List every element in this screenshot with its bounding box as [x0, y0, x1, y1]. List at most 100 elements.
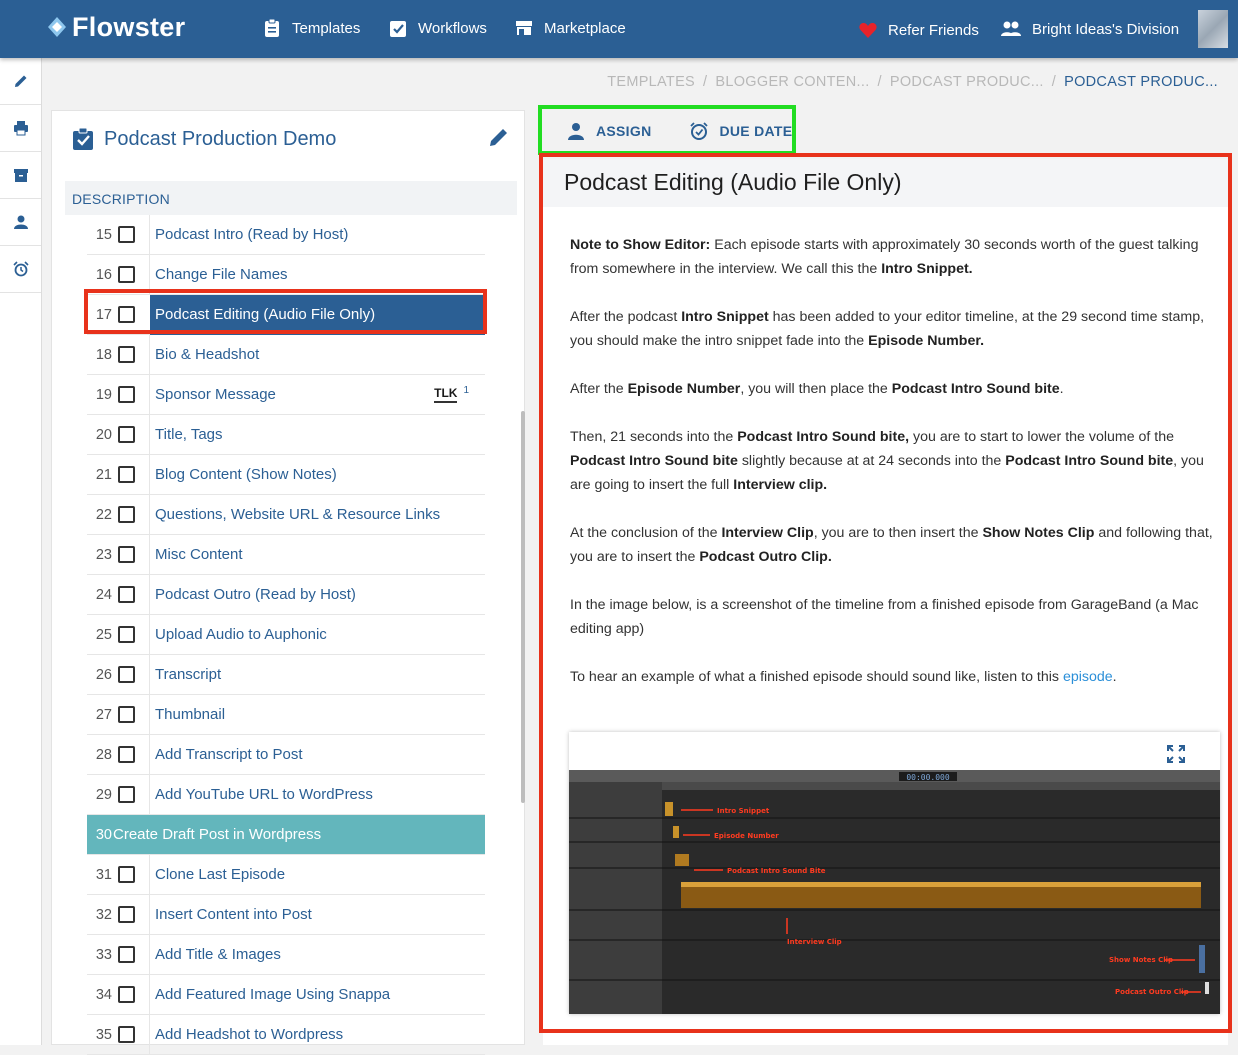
- step-number: 35: [95, 1026, 112, 1043]
- step-checkbox[interactable]: [118, 546, 135, 563]
- step-label: Blog Content (Show Notes): [155, 466, 337, 483]
- clipboard-check-icon: [390, 21, 406, 37]
- refer-friends-label: Refer Friends: [888, 21, 979, 39]
- step-number: 26: [95, 666, 112, 683]
- nav-workflows[interactable]: Workflows: [388, 14, 487, 42]
- nav-marketplace-label: Marketplace: [544, 19, 626, 37]
- step-number: 23: [95, 546, 112, 563]
- flowster-logo[interactable]: Flowster: [44, 10, 185, 44]
- step-section-header[interactable]: 30 Create Draft Post in Wordpress: [87, 815, 485, 855]
- rail-user-button[interactable]: [0, 199, 41, 246]
- step-number: 30: [95, 826, 112, 843]
- step-number: 27: [95, 706, 112, 723]
- step-row[interactable]: 35 Add Headshot to Wordpress: [87, 1015, 485, 1055]
- selected-step-highlight-box: [84, 289, 487, 334]
- rail-print-button[interactable]: [0, 105, 41, 152]
- refer-friends-link[interactable]: Refer Friends: [858, 16, 979, 44]
- step-row[interactable]: 15 Podcast Intro (Read by Host): [87, 215, 485, 255]
- pencil-icon: [14, 75, 26, 87]
- step-checkbox[interactable]: [118, 906, 135, 923]
- step-checkbox[interactable]: [118, 666, 135, 683]
- step-label: Insert Content into Post: [155, 906, 312, 923]
- step-checkbox[interactable]: [118, 226, 135, 243]
- step-checkbox[interactable]: [118, 426, 135, 443]
- store-icon: [516, 21, 532, 35]
- step-row[interactable]: 24 Podcast Outro (Read by Host): [87, 575, 485, 615]
- step-checkbox[interactable]: [118, 346, 135, 363]
- nav-templates[interactable]: Templates: [262, 14, 360, 42]
- step-row[interactable]: 27 Thumbnail: [87, 695, 485, 735]
- crumb-blogger-content[interactable]: BLOGGER CONTEN...: [715, 74, 869, 90]
- clipboard-check-icon: [73, 128, 93, 150]
- rail-archive-button[interactable]: [0, 152, 41, 199]
- step-number: 16: [95, 266, 112, 283]
- step-label: Clone Last Episode: [155, 866, 286, 883]
- nav-marketplace[interactable]: Marketplace: [514, 14, 626, 42]
- step-row[interactable]: 19 Sponsor Message TLK 1: [87, 375, 485, 415]
- step-row[interactable]: 34 Add Featured Image Using Snappa: [87, 975, 485, 1015]
- template-title: Podcast Production Demo: [104, 127, 337, 150]
- step-checkbox[interactable]: [118, 706, 135, 723]
- crumb-separator: /: [1051, 74, 1057, 90]
- step-number: 19: [95, 386, 112, 403]
- description-tab[interactable]: DESCRIPTION: [65, 181, 517, 215]
- step-checkbox[interactable]: [118, 786, 135, 803]
- step-label: Add YouTube URL to WordPress: [155, 786, 373, 803]
- step-number: 28: [95, 746, 112, 763]
- step-number: 34: [95, 986, 112, 1003]
- user-icon: [568, 123, 584, 140]
- task-actions: ASSIGN DUE DATE: [542, 108, 792, 154]
- step-checkbox[interactable]: [118, 466, 135, 483]
- step-row[interactable]: 21 Blog Content (Show Notes): [87, 455, 485, 495]
- step-row[interactable]: 33 Add Title & Images: [87, 935, 485, 975]
- breadcrumb: TEMPLATES / BLOGGER CONTEN... / PODCAST …: [607, 74, 1218, 90]
- step-checkbox[interactable]: [118, 626, 135, 643]
- step-label: Add Featured Image Using Snappa: [155, 986, 391, 1003]
- step-row[interactable]: 32 Insert Content into Post: [87, 895, 485, 935]
- crumb-templates[interactable]: TEMPLATES: [607, 74, 695, 90]
- step-label: Change File Names: [155, 266, 288, 283]
- edit-pencil-icon[interactable]: [488, 126, 510, 148]
- step-checkbox[interactable]: [118, 506, 135, 523]
- step-checkbox[interactable]: [118, 946, 135, 963]
- step-label: Sponsor Message: [155, 386, 276, 403]
- step-row[interactable]: 25 Upload Audio to Auphonic: [87, 615, 485, 655]
- step-checkbox[interactable]: [118, 586, 135, 603]
- step-number: 20: [95, 426, 112, 443]
- rail-edit-button[interactable]: [0, 58, 41, 105]
- flowster-logo-icon: [48, 17, 66, 37]
- step-checkbox[interactable]: [118, 1026, 135, 1043]
- rail-alarm-button[interactable]: [0, 246, 41, 293]
- step-checkbox[interactable]: [118, 386, 135, 403]
- step-row[interactable]: 29 Add YouTube URL to WordPress: [87, 775, 485, 815]
- archive-icon: [13, 169, 28, 182]
- step-number: 15: [95, 226, 112, 243]
- clipboard-icon: [265, 18, 279, 37]
- assignee-badge[interactable]: TLK 1: [434, 385, 469, 403]
- step-row[interactable]: 22 Questions, Website URL & Resource Link…: [87, 495, 485, 535]
- due-date-label: DUE DATE: [719, 123, 793, 139]
- step-checkbox[interactable]: [118, 866, 135, 883]
- step-checkbox[interactable]: [118, 266, 135, 283]
- step-row[interactable]: 28 Add Transcript to Post: [87, 735, 485, 775]
- step-number: 18: [95, 346, 112, 363]
- division-switcher[interactable]: Bright Ideas's Division: [1000, 15, 1179, 43]
- user-avatar[interactable]: [1198, 10, 1228, 48]
- step-checkbox[interactable]: [118, 746, 135, 763]
- step-row[interactable]: 31 Clone Last Episode: [87, 855, 485, 895]
- assignee-count: 1: [463, 385, 469, 396]
- due-date-button[interactable]: DUE DATE: [689, 121, 792, 141]
- step-row[interactable]: 18 Bio & Headshot: [87, 335, 485, 375]
- crumb-separator: /: [877, 74, 882, 90]
- crumb-podcast-production[interactable]: PODCAST PRODUC...: [890, 74, 1044, 90]
- step-checkbox[interactable]: [118, 986, 135, 1003]
- printer-icon: [13, 121, 28, 136]
- step-row[interactable]: 23 Misc Content: [87, 535, 485, 575]
- step-row[interactable]: 20 Title, Tags: [87, 415, 485, 455]
- steps-scrollbar[interactable]: [521, 411, 525, 803]
- step-number: 22: [95, 506, 112, 523]
- step-row[interactable]: 26 Transcript: [87, 655, 485, 695]
- step-number: 31: [95, 866, 112, 883]
- assignee-initials: TLK: [434, 385, 458, 403]
- assign-button[interactable]: ASSIGN: [566, 121, 651, 141]
